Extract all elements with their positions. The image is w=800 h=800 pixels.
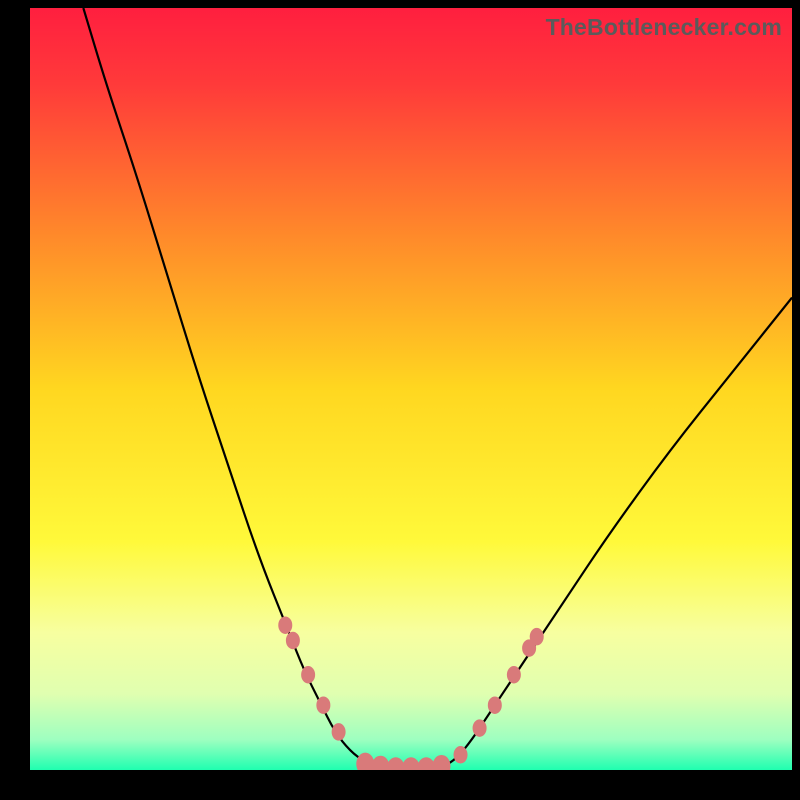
data-marker: [286, 632, 300, 650]
data-marker: [473, 719, 487, 737]
data-marker: [454, 746, 468, 764]
data-marker: [417, 757, 435, 770]
data-marker: [278, 616, 292, 634]
data-marker: [507, 666, 521, 684]
data-marker: [316, 696, 330, 714]
left-curve: [83, 8, 380, 768]
data-marker: [488, 696, 502, 714]
curve-layer: [30, 8, 792, 770]
data-marker: [432, 755, 450, 770]
data-marker: [301, 666, 315, 684]
chart-frame: TheBottlenecker.com: [0, 0, 800, 800]
data-marker: [530, 628, 544, 646]
data-marker: [332, 723, 346, 741]
plot-area: TheBottlenecker.com: [30, 8, 792, 770]
